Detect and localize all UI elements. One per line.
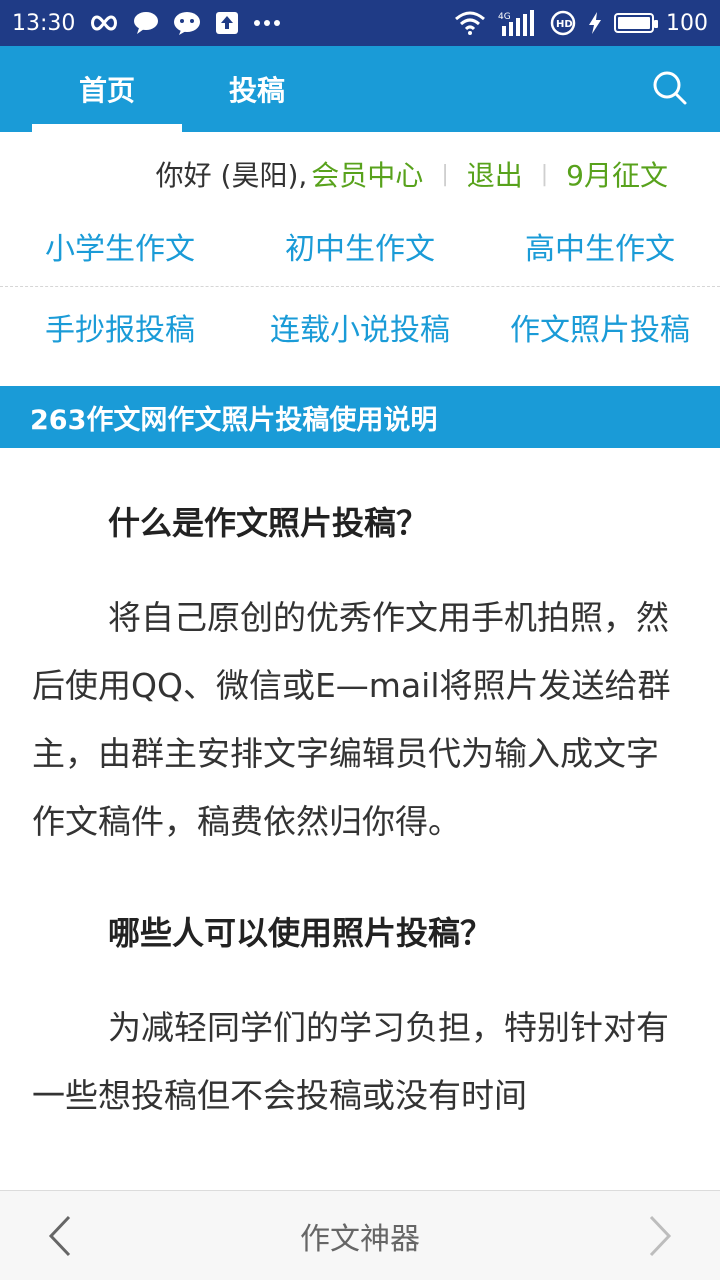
nav-handwritten-newspaper[interactable]: 手抄报投稿 <box>0 305 240 349</box>
user-bar: 你好 (昊阳), 会员中心 | 退出 | 9月征文 <box>0 150 720 198</box>
separator: | <box>441 161 449 187</box>
wifi-icon <box>454 10 486 36</box>
charging-icon <box>588 12 602 34</box>
infinity-icon <box>89 14 119 32</box>
battery-icon <box>614 13 658 33</box>
article-heading: 哪些人可以使用照片投稿？ <box>108 914 493 952</box>
nav-row: 手抄报投稿 连载小说投稿 作文照片投稿 <box>0 286 720 366</box>
tab-submit[interactable]: 投稿 <box>182 46 332 132</box>
nav-row: 小学生作文 初中生作文 高中生作文 <box>0 206 720 286</box>
nav-junior-high-essay[interactable]: 初中生作文 <box>240 224 480 268</box>
nav-senior-high-essay[interactable]: 高中生作文 <box>480 224 720 268</box>
forward-button[interactable] <box>640 1213 680 1259</box>
september-contest-link[interactable]: 9月征文 <box>566 154 668 194</box>
hd-icon: HD <box>550 10 576 36</box>
section-title: 263作文网作文照片投稿使用说明 <box>0 386 720 448</box>
app-header: 首页 投稿 <box>0 46 720 132</box>
battery-percent: 100 <box>666 10 708 36</box>
chevron-left-icon <box>48 1215 71 1257</box>
svg-text:HD: HD <box>556 19 573 30</box>
category-nav: 小学生作文 初中生作文 高中生作文 手抄报投稿 连载小说投稿 作文照片投稿 <box>0 206 720 366</box>
nav-serial-novel[interactable]: 连载小说投稿 <box>240 305 480 349</box>
chat-bubble-icon <box>133 11 159 35</box>
separator: | <box>540 161 549 187</box>
logout-link[interactable]: 退出 <box>467 154 523 194</box>
article-paragraph: 将自己原创的优秀作文用手机拍照，然后使用QQ、微信或E—mail将照片发送给群主… <box>32 598 671 841</box>
article-heading: 什么是作文照片投稿？ <box>108 504 429 542</box>
back-button[interactable] <box>40 1213 80 1259</box>
user-greeting: 你好 (昊阳), <box>155 159 308 192</box>
signal-icon: 4G <box>498 10 538 36</box>
nav-essay-photo[interactable]: 作文照片投稿 <box>480 305 720 349</box>
status-bar: 13:30 4G HD 100 <box>0 0 720 46</box>
nav-primary-school-essay[interactable]: 小学生作文 <box>0 224 240 268</box>
chevron-right-icon <box>649 1215 672 1257</box>
status-time: 13:30 <box>12 10 76 36</box>
search-icon <box>653 71 687 105</box>
app-title: 作文神器 <box>300 1221 420 1257</box>
battery-fill <box>618 17 650 29</box>
status-bar-left: 13:30 <box>12 11 281 36</box>
status-bar-right: 4G HD 100 <box>454 10 708 36</box>
member-center-link[interactable]: 会员中心 <box>311 154 423 194</box>
wechat-icon <box>173 11 201 35</box>
more-dots-icon <box>253 19 281 27</box>
article-paragraph: 为减轻同学们的学习负担，特别针对有一些想投稿但不会投稿或没有时间 <box>32 1008 669 1115</box>
bottom-nav-bar: 作文神器 <box>0 1190 720 1280</box>
tab-home[interactable]: 首页 <box>32 46 182 132</box>
upload-icon <box>215 11 239 35</box>
article-body[interactable]: 什么是作文照片投稿？ 将自己原创的优秀作文用手机拍照，然后使用QQ、微信或E—m… <box>0 448 720 1190</box>
network-label: 4G <box>498 12 511 22</box>
search-button[interactable] <box>650 68 690 108</box>
